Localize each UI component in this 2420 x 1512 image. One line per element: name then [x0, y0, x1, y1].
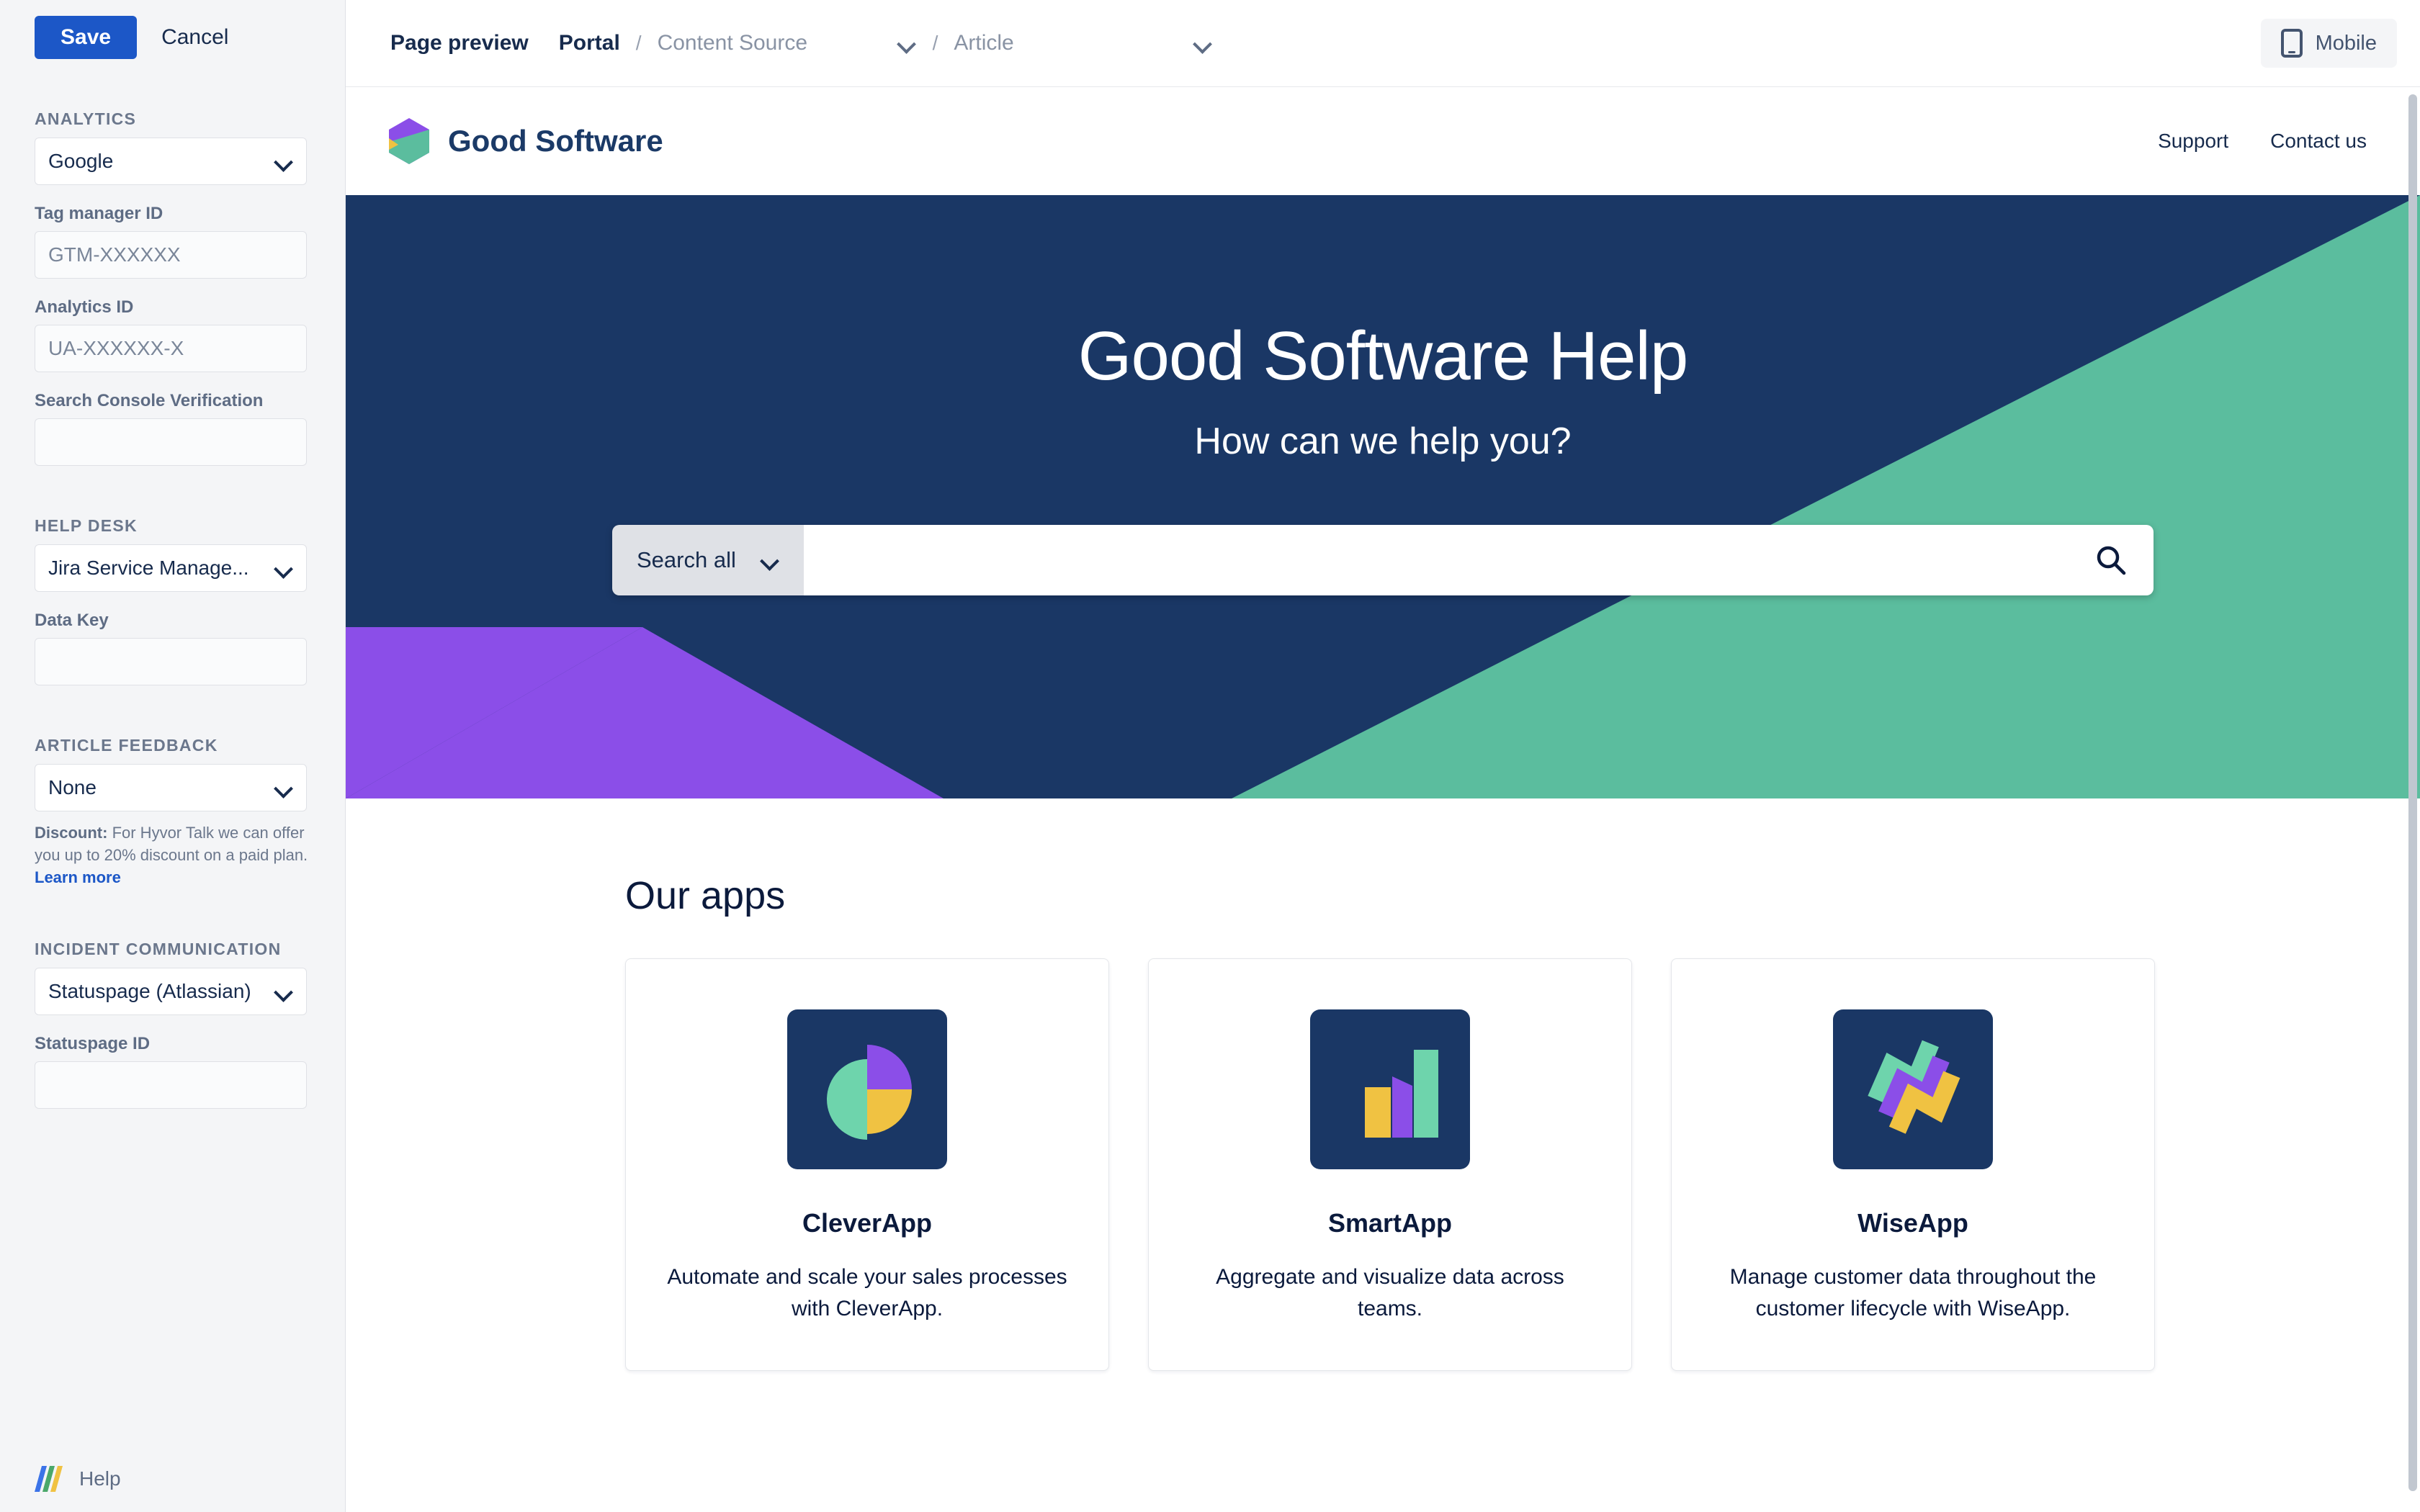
help-button[interactable]: Help — [35, 1464, 121, 1493]
help-desk-provider-value: Jira Service Manage... — [48, 557, 249, 579]
chevron-down-icon — [1193, 33, 1213, 53]
app-card-smartapp[interactable]: SmartApp Aggregate and visualize data ac… — [1148, 958, 1632, 1371]
content-source-dropdown[interactable]: Content Source — [658, 31, 917, 55]
app-card-cleverapp[interactable]: CleverApp Automate and scale your sales … — [625, 958, 1109, 1371]
article-dropdown[interactable]: Article — [954, 31, 1213, 55]
app-card-title: SmartApp — [1327, 1208, 1453, 1238]
page-title: Page preview — [390, 31, 529, 55]
discount-hint-label: Discount: — [35, 824, 108, 842]
breadcrumb-separator: / — [932, 32, 938, 54]
incident-communication-provider-select[interactable]: Statuspage (Atlassian) — [35, 967, 307, 1015]
app-card-description: Automate and scale your sales processes … — [667, 1265, 1067, 1320]
discount-hint: Discount: For Hyvor Talk we can offer yo… — [35, 822, 308, 889]
app-card-title: CleverApp — [802, 1208, 933, 1238]
search-scope-value: Search all — [637, 547, 736, 572]
app-icon-wrap — [1310, 1009, 1470, 1169]
device-toggle-mobile-button[interactable]: Mobile — [2260, 19, 2397, 68]
learn-more-link[interactable]: Learn more — [35, 868, 121, 886]
search-scope-dropdown[interactable]: Search all — [612, 525, 804, 595]
search-submit-button[interactable] — [2094, 544, 2128, 577]
statuspage-id-label: Statuspage ID — [35, 1033, 151, 1053]
analytics-provider-select[interactable]: Google — [35, 138, 307, 185]
data-key-label: Data Key — [35, 611, 109, 630]
portal-hero: Good Software Help How can we help you? … — [346, 195, 2420, 798]
help-desk-provider-select[interactable]: Jira Service Manage... — [35, 544, 307, 592]
analytics-provider-value: Google — [48, 150, 114, 172]
statuspage-id-input[interactable] — [35, 1061, 307, 1109]
tag-manager-id-label: Tag manager ID — [35, 204, 163, 223]
preview-pane: Page preview Portal / Content Source / A… — [346, 0, 2420, 1512]
section-title-incident-communication: INCIDENT COMMUNICATION — [35, 939, 282, 958]
analytics-id-input[interactable] — [35, 325, 307, 372]
app-cards-list: CleverApp Automate and scale your sales … — [625, 958, 2420, 1371]
data-key-input[interactable] — [35, 638, 307, 685]
app-icon-wrap — [787, 1009, 947, 1169]
app-icon-wrap — [1833, 1009, 1993, 1169]
bar-chart-icon — [1365, 1050, 1438, 1138]
save-button[interactable]: Save — [35, 16, 138, 59]
cancel-button[interactable]: Cancel — [157, 18, 233, 57]
chevron-down-icon — [274, 152, 293, 171]
chevron-down-icon — [897, 33, 917, 53]
portal-preview-viewport: Good Software Support Contact us Good So… — [346, 86, 2420, 1512]
sidebar-actions: Save Cancel — [35, 0, 310, 59]
portal-brand[interactable]: Good Software — [389, 118, 663, 164]
analytics-id-label: Analytics ID — [35, 297, 134, 317]
pie-chart-icon — [827, 1045, 912, 1140]
portal-nav-support[interactable]: Support — [2158, 130, 2228, 153]
section-title-help-desk: HELP DESK — [35, 516, 138, 535]
preview-scrollbar[interactable] — [2408, 94, 2417, 1491]
search-input[interactable] — [829, 525, 2094, 595]
portal-nav-contact-us[interactable]: Contact us — [2270, 130, 2367, 153]
article-value: Article — [954, 31, 1014, 55]
section-title-analytics: ANALYTICS — [35, 109, 137, 128]
mobile-device-icon — [2280, 29, 2303, 58]
article-feedback-provider-select[interactable]: None — [35, 764, 307, 811]
incident-communication-provider-value: Statuspage (Atlassian) — [48, 979, 251, 1002]
search-field-wrap — [803, 525, 2154, 595]
article-feedback-provider-value: None — [48, 776, 97, 798]
section-title-article-feedback: ARTICLE FEEDBACK — [35, 736, 218, 755]
help-label: Help — [79, 1467, 121, 1490]
app-card-description: Manage customer data throughout the cust… — [1729, 1265, 2097, 1320]
portal-search-bar: Search all — [612, 525, 2154, 595]
our-apps-heading: Our apps — [625, 874, 786, 917]
portal-brand-name: Good Software — [448, 124, 663, 158]
app-card-description: Aggregate and visualize data across team… — [1216, 1265, 1564, 1320]
portal-header: Good Software Support Contact us — [346, 87, 2420, 195]
device-toggle-label: Mobile — [2315, 31, 2377, 55]
content-source-value: Content Source — [657, 31, 808, 55]
settings-sidebar: Save Cancel ANALYTICS Google Tag manager… — [0, 0, 346, 1512]
chevron-down-icon — [274, 982, 293, 1001]
hyvor-logo-icon — [35, 1466, 63, 1492]
tag-manager-id-input[interactable] — [35, 231, 307, 279]
search-icon — [2097, 546, 2126, 575]
app-root: Save Cancel ANALYTICS Google Tag manager… — [0, 0, 2420, 1512]
chevron-down-icon — [761, 551, 779, 570]
app-card-wiseapp[interactable]: WiseApp Manage customer data throughout … — [1671, 958, 2155, 1371]
breadcrumb-separator: / — [635, 32, 642, 54]
our-apps-section: Our apps CleverApp Automate and scale yo… — [346, 798, 2420, 1371]
hero-content: Good Software Help How can we help you? … — [346, 195, 2420, 798]
chevron-down-icon — [274, 559, 293, 577]
breadcrumb-portal[interactable]: Portal — [559, 31, 620, 55]
chevron-down-icon — [274, 778, 293, 797]
search-console-verification-input[interactable] — [35, 418, 307, 466]
app-card-title: WiseApp — [1857, 1208, 1968, 1238]
hexagon-logo-icon — [389, 118, 429, 164]
hero-title: Good Software Help — [1077, 318, 1688, 395]
hero-subtitle: How can we help you? — [1194, 420, 1572, 462]
search-console-verification-label: Search Console Verification — [35, 391, 264, 410]
zigzag-lines-icon — [1868, 1040, 1960, 1134]
preview-toolbar: Page preview Portal / Content Source / A… — [346, 0, 2420, 86]
